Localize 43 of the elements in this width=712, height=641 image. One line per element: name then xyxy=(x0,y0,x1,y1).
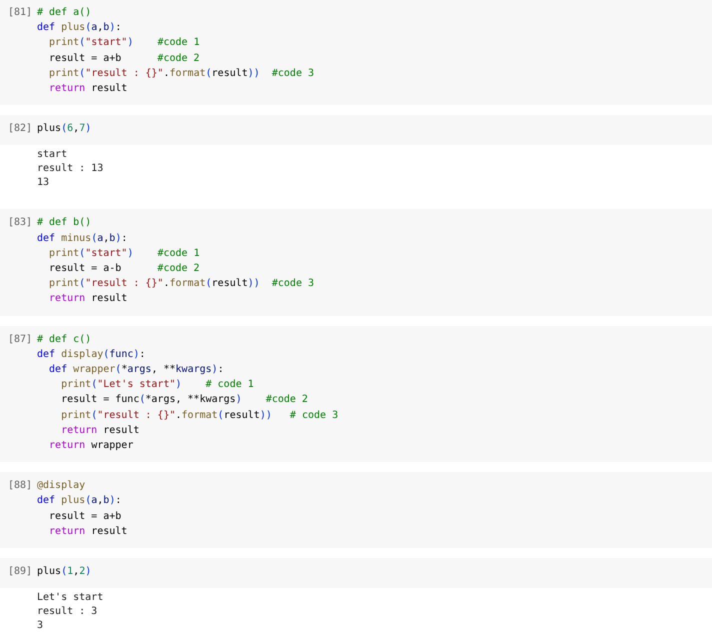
code-line: @display xyxy=(37,479,86,494)
code-cell[interactable]: [83] # def b() def minus(a,b): print("start") #code 1 result = a-b #code 2 print("result : {}".format(result)) #code 3 return result xyxy=(0,209,712,316)
code-line: # def b() xyxy=(37,216,92,230)
code-line: result = a+b xyxy=(48,510,122,524)
execution-count: [88] xyxy=(7,479,34,494)
output-line: result : 3 xyxy=(37,605,98,620)
code-cell[interactable]: [88] @display def plus(a,b): result = a+b return result xyxy=(0,472,712,548)
execution-count: [83] xyxy=(7,216,34,230)
output-line: Let's start xyxy=(37,591,104,606)
code-line: return result xyxy=(48,524,128,539)
execution-count: [82] xyxy=(7,122,34,136)
output-line: start xyxy=(37,148,68,162)
code-line: print("result : {}".format(result)) #code 3 xyxy=(48,66,314,81)
code-cell[interactable]: [89] plus(1,2) xyxy=(0,558,712,588)
code-line: result = a+b #code 2 xyxy=(48,52,200,66)
code-line: print("result : {}".format(result)) # code 3 xyxy=(60,408,338,423)
code-line: return result xyxy=(48,82,128,96)
output-line: result : 13 xyxy=(37,162,104,176)
code-line: print("start") #code 1 xyxy=(48,246,200,261)
code-line: plus(1,2) xyxy=(37,565,92,580)
code-line: return result xyxy=(48,292,128,306)
execution-count: [87] xyxy=(7,332,34,347)
code-line: plus(6,7) xyxy=(37,122,92,136)
code-line: result = func(*args, **kwargs) #code 2 xyxy=(60,393,308,408)
code-line: def plus(a,b): xyxy=(37,494,122,508)
code-line: result = a-b #code 2 xyxy=(48,262,200,276)
output-line: 13 xyxy=(37,176,50,190)
code-line: def display(func): xyxy=(37,348,146,362)
execution-count: [89] xyxy=(7,565,34,580)
code-line: def wrapper(*args, **kwargs): xyxy=(48,363,224,378)
code-line: # def a() xyxy=(37,6,92,20)
code-line: def plus(a,b): xyxy=(37,21,122,36)
code-line: return result xyxy=(60,424,140,438)
output-line: 3 xyxy=(37,619,44,634)
execution-count: [81] xyxy=(7,6,34,20)
code-line: print("Let's start") # code 1 xyxy=(60,378,254,392)
code-cell[interactable]: [82] plus(6,7) xyxy=(0,115,712,146)
code-line: # def c() xyxy=(37,332,92,347)
code-line: def minus(a,b): xyxy=(37,232,128,246)
code-line: print("start") #code 1 xyxy=(48,36,200,50)
code-cell[interactable]: [81] # def a() def plus(a,b): print("start") #code 1 result = a+b #code 2 print("result : {}".format(result)) #code 3 return result xyxy=(0,0,712,106)
code-line: return wrapper xyxy=(48,439,134,454)
code-line: print("result : {}".format(result)) #code 3 xyxy=(48,277,314,292)
